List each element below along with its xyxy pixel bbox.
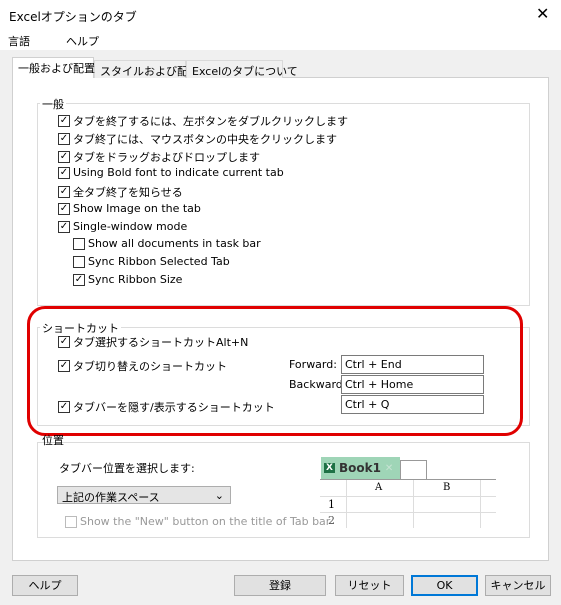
checkbox-box[interactable]: [73, 255, 85, 268]
general-option-checkbox[interactable]: ✓ Using Bold font to indicate current tab: [58, 166, 284, 179]
forward-shortcut-input[interactable]: Ctrl + End: [341, 355, 484, 374]
checkbox-box[interactable]: [73, 237, 85, 250]
excel-icon: X: [324, 463, 335, 473]
position-prompt: タブバー位置を選択します:: [59, 462, 195, 475]
checkbox-label: タブをドラッグおよびドロップします: [73, 151, 260, 164]
checkbox-label: Show Image on the tab: [73, 202, 201, 215]
column-header-a: A: [375, 482, 383, 493]
backward-label: Backward:: [289, 378, 347, 391]
row-header-1: 1: [328, 498, 335, 511]
checkbox-box[interactable]: ✓: [58, 186, 70, 198]
checkbox-label: Using Bold font to indicate current tab: [73, 166, 284, 179]
close-icon: ✕: [384, 462, 394, 474]
tab-about[interactable]: Excelのタブについて: [186, 60, 298, 78]
window-title: Excelオプションのタブ: [9, 10, 137, 24]
checkbox-label: 全タブ終了を知らせる: [73, 186, 183, 199]
grid-line: [480, 480, 481, 528]
checkbox-box[interactable]: ✓: [58, 202, 70, 215]
shortcut-switch-checkbox[interactable]: ✓ タブ切り替えのショートカット: [58, 358, 227, 374]
checkbox-box[interactable]: ✓: [58, 166, 70, 179]
position-select[interactable]: 上記の作業スペース ⌄: [57, 486, 231, 504]
checkbox-label: Sync Ribbon Size: [88, 273, 183, 286]
ok-button[interactable]: OK: [411, 575, 478, 596]
checkbox-box[interactable]: ✓: [58, 133, 70, 145]
chevron-down-icon: ⌄: [214, 489, 224, 502]
general-option-checkbox[interactable]: Show all documents in task bar: [73, 237, 261, 250]
checkbox-box[interactable]: [65, 515, 77, 528]
grid-line: [320, 496, 496, 497]
help-button[interactable]: ヘルプ: [12, 575, 78, 596]
checkbox-box[interactable]: ✓: [58, 401, 70, 413]
cancel-button[interactable]: キャンセル: [485, 575, 551, 596]
menu-help[interactable]: ヘルプ: [66, 33, 99, 49]
menu-language[interactable]: 言語: [8, 33, 30, 49]
tab-general[interactable]: 一般および配置: [12, 57, 95, 78]
checkbox-box[interactable]: ✓: [58, 336, 70, 348]
checkbox-box[interactable]: ✓: [73, 273, 85, 286]
preview-tab-label: Book1: [338, 461, 381, 475]
general-option-checkbox[interactable]: ✓ 全タブ終了を知らせる: [58, 184, 183, 200]
checkbox-box[interactable]: ✓: [58, 115, 70, 127]
backward-shortcut-input[interactable]: Ctrl + Home: [341, 375, 484, 394]
grid-line: [320, 512, 496, 513]
close-icon[interactable]: ✕: [536, 4, 549, 23]
row-header-2: 2: [328, 514, 335, 527]
position-group-label: 位置: [42, 434, 64, 447]
preview-new-tab: [400, 460, 427, 479]
general-option-checkbox[interactable]: ✓ タブを終了するには、左ボタンをダブルクリックします: [58, 113, 348, 129]
reset-button[interactable]: リセット: [335, 575, 404, 596]
tab-style[interactable]: スタイルおよび配色: [94, 60, 199, 78]
general-option-checkbox[interactable]: ✓ Single-window mode: [58, 220, 187, 233]
checkbox-label: タブを終了するには、左ボタンをダブルクリックします: [73, 115, 348, 128]
general-option-checkbox[interactable]: Sync Ribbon Selected Tab: [73, 255, 230, 268]
grid-line: [413, 480, 414, 528]
checkbox-label: Sync Ribbon Selected Tab: [88, 255, 230, 268]
checkbox-box[interactable]: ✓: [58, 360, 70, 372]
column-header-b: B: [443, 482, 451, 493]
shortcut-toggle-checkbox[interactable]: ✓ タブバーを隠す/表示するショートカット: [58, 399, 275, 415]
general-option-checkbox[interactable]: ✓ タブ終了には、マウスボタンの中央をクリックします: [58, 131, 337, 147]
register-button[interactable]: 登録: [234, 575, 326, 596]
checkbox-label: タブ終了には、マウスボタンの中央をクリックします: [73, 133, 337, 146]
grid-line: [346, 480, 347, 528]
general-option-checkbox[interactable]: ✓ タブをドラッグおよびドロップします: [58, 149, 260, 165]
preview-tab: X Book1 ✕: [321, 457, 400, 479]
checkbox-box[interactable]: ✓: [58, 220, 70, 233]
general-group-label: 一般: [40, 96, 66, 112]
checkbox-label: Single-window mode: [73, 220, 188, 233]
checkbox-label: Show all documents in task bar: [88, 237, 261, 250]
forward-label: Forward:: [289, 358, 337, 371]
new-button-checkbox[interactable]: Show the "New" button on the title of Ta…: [65, 515, 330, 528]
general-option-checkbox[interactable]: ✓ Sync Ribbon Size: [73, 273, 182, 286]
toggle-shortcut-input[interactable]: Ctrl + Q: [341, 395, 484, 414]
checkbox-box[interactable]: ✓: [58, 151, 70, 163]
general-option-checkbox[interactable]: ✓ Show Image on the tab: [58, 202, 201, 215]
shortcut-select-checkbox[interactable]: ✓ タブ選択するショートカットAlt+N: [58, 334, 248, 350]
